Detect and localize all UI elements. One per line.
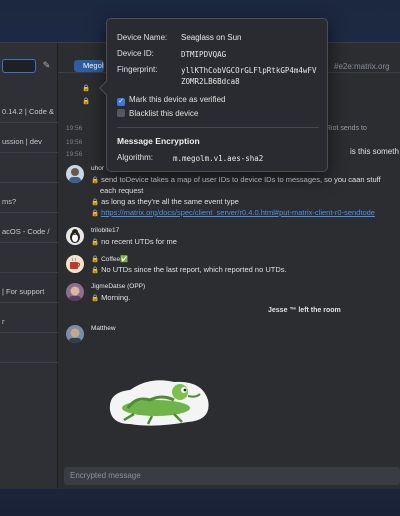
- avatar[interactable]: [66, 283, 84, 301]
- avatar[interactable]: [66, 227, 84, 245]
- lock-icon: 🔒: [82, 85, 91, 92]
- sidebar-room-label: acOS - Code /: [2, 227, 50, 236]
- hidden-message-lock: 🔒: [82, 83, 92, 92]
- sticker-image[interactable]: [104, 370, 214, 428]
- lock-icon: 🔒: [91, 295, 100, 302]
- checkbox-checked-icon[interactable]: ✓: [117, 98, 125, 106]
- algorithm-label: Algorithm:: [117, 153, 154, 162]
- timestamp: 19:56: [66, 139, 83, 146]
- sender-name[interactable]: uhor: [91, 165, 104, 172]
- message-text: 🔒 No UTDs since the last report, which re…: [91, 265, 287, 274]
- avatar[interactable]: [66, 325, 84, 343]
- lock-icon: 🔒: [82, 98, 91, 105]
- hidden-message-lock: 🔒: [82, 96, 92, 105]
- popover-divider: [117, 127, 319, 128]
- device-info-popover: Device Name: Seaglass on Sun Device ID: …: [98, 18, 328, 172]
- blacklist-device-checkbox[interactable]: Blacklist this device: [117, 109, 198, 118]
- room-search-input[interactable]: [2, 59, 36, 73]
- sidebar-room-label: | For support: [2, 287, 45, 296]
- sidebar-room-item[interactable]: r: [0, 303, 58, 333]
- message-text: is this someth: [350, 147, 399, 156]
- sidebar-room-item[interactable]: acOS - Code /: [0, 213, 58, 243]
- sidebar-room-label: ms?: [2, 197, 17, 206]
- sidebar-room-label: ussion | dev: [2, 137, 42, 146]
- room-alias: #e2e:matrix.org: [334, 62, 390, 71]
- membership-event: Jesse ™ left the room: [268, 307, 341, 314]
- checkbox-unchecked-icon[interactable]: [117, 109, 125, 117]
- sender-name[interactable]: Matthew: [91, 325, 116, 332]
- lock-icon: 🔒: [91, 177, 100, 184]
- sidebar-room-label: 0.14.2 | Code &: [2, 107, 54, 116]
- sidebar-room-item[interactable]: ms?: [0, 183, 58, 213]
- device-name-value: Seaglass on Sun: [181, 33, 242, 42]
- fingerprint-value-line1: yllKThCobVGCOrGLFlpRtkGP4m4wFV: [181, 66, 317, 75]
- message-link[interactable]: 🔒 https://matrix.org/docs/spec/client_ser…: [91, 208, 375, 217]
- room-list-sidebar: ✎ 0.14.2 | Code & ussion | dev ms? acOS - C…: [0, 43, 58, 489]
- sidebar-room-item[interactable]: ussion | dev: [0, 123, 58, 153]
- timestamp: 19:56: [66, 151, 83, 158]
- lock-icon: 🔒: [91, 239, 100, 246]
- composer-placeholder: Encrypted message: [70, 471, 141, 480]
- sidebar-room-item[interactable]: 0.14.2 | Code &: [0, 93, 58, 123]
- sender-name[interactable]: 🔒 Coffee✅: [91, 255, 128, 263]
- sender-name[interactable]: trilobite17: [91, 227, 119, 234]
- fingerprint-value-line2: ZOMR2LB6Bdca8: [181, 77, 240, 86]
- sidebar-room-label: r: [2, 317, 5, 326]
- sidebar-room-item[interactable]: [0, 153, 58, 183]
- sidebar-room-item[interactable]: | For support: [0, 273, 58, 303]
- room-name-badge[interactable]: Megolm: [74, 60, 104, 72]
- timestamp: 19:56: [66, 125, 83, 132]
- device-id-label: Device ID:: [117, 49, 154, 58]
- message-composer-input[interactable]: Encrypted message: [64, 467, 400, 485]
- encryption-heading: Message Encryption: [117, 136, 200, 146]
- device-id-value: DTMIPDVQAG: [181, 50, 227, 59]
- sidebar-room-item[interactable]: [0, 333, 58, 363]
- message-text: 🔒 send toDevice takes a map of user IDs t…: [91, 175, 381, 184]
- lock-icon: 🔒: [91, 210, 100, 217]
- lock-icon: 🔒: [91, 267, 100, 274]
- compose-icon[interactable]: ✎: [41, 60, 52, 71]
- algorithm-value: m.megolm.v1.aes-sha2: [173, 154, 264, 163]
- riot-notice: Riot sends to: [326, 125, 367, 132]
- message-text: 🔒 as long as they're all the same event t…: [91, 197, 239, 206]
- sidebar-room-item[interactable]: [0, 243, 58, 273]
- fingerprint-label: Fingerprint:: [117, 65, 158, 74]
- message-text: each request: [100, 186, 144, 195]
- avatar[interactable]: [66, 255, 84, 273]
- avatar[interactable]: [66, 165, 84, 183]
- lock-icon: 🔒: [91, 199, 100, 206]
- message-text: 🔒 no recent UTDs for me: [91, 237, 177, 246]
- device-name-label: Device Name:: [117, 33, 168, 42]
- sender-name[interactable]: JigmeDatse (OPP): [91, 283, 145, 290]
- verify-device-checkbox[interactable]: ✓ Mark this device as verified: [117, 95, 225, 106]
- message-text: 🔒 Morning.: [91, 293, 131, 302]
- lock-icon: 🔒: [91, 256, 100, 263]
